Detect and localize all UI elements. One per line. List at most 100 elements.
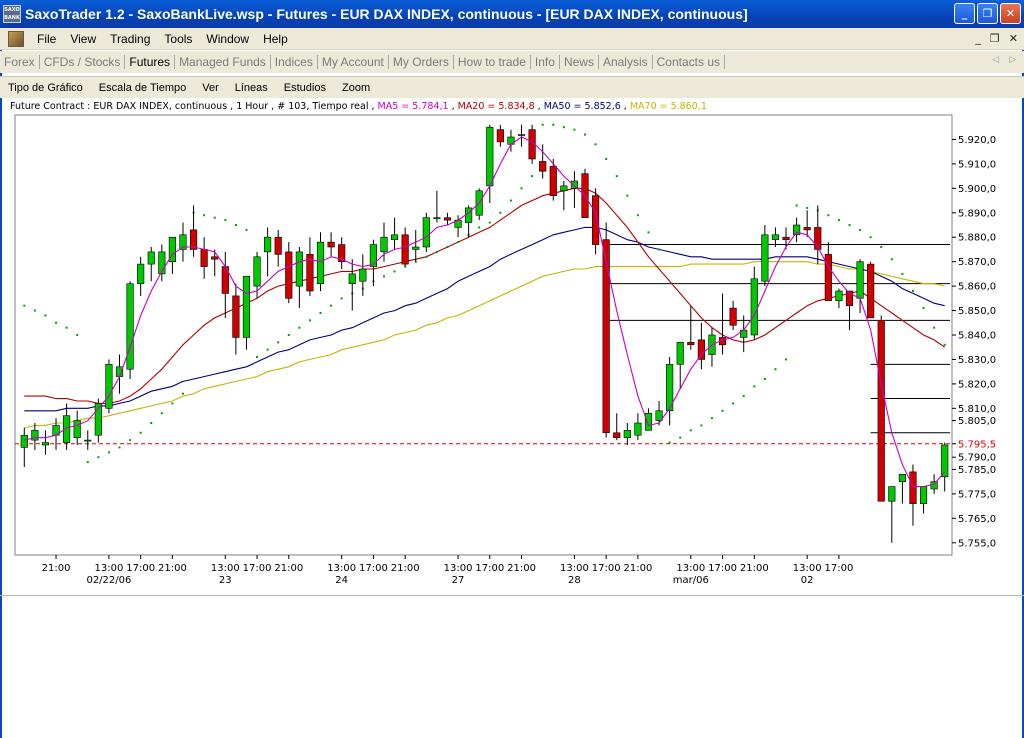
sar-dot [806, 206, 809, 209]
sar-dot [86, 461, 89, 464]
sar-dot [446, 246, 449, 248]
sar-dot [573, 128, 576, 131]
maximize-button[interactable]: ❐ [977, 3, 998, 24]
sar-dot [859, 228, 862, 231]
x-tick-label: 21:00 [42, 563, 71, 574]
candle-up [20, 434, 28, 448]
tab-contacts-us[interactable]: Contacts us [653, 55, 726, 69]
menu-view[interactable]: View [63, 32, 103, 46]
candle-down [443, 217, 452, 221]
scroll-left-icon[interactable]: ◁ [992, 55, 999, 65]
chart-menu-zoom[interactable]: Zoom [334, 82, 378, 94]
day-label: 28 [568, 575, 581, 586]
x-tick-label: 17:00 [475, 563, 504, 574]
sar-dot [181, 392, 184, 395]
sar-dot [382, 275, 385, 278]
x-tick-label: 17:00 [243, 563, 272, 574]
chart-menu-view[interactable]: Ver [194, 82, 227, 94]
candle-down [401, 234, 409, 265]
y-tick-label: 5.850,0 [958, 306, 996, 317]
menu-help[interactable]: Help [256, 32, 295, 46]
y-tick-label: 5.900,0 [958, 184, 996, 195]
candle-up [412, 246, 420, 250]
x-tick-label: 17:00 [825, 563, 854, 574]
sar-dot [890, 258, 893, 261]
candle-up [771, 234, 780, 240]
chart-menu-chart-type[interactable]: Tipo de Gráfico [0, 82, 91, 94]
candle-up [644, 412, 653, 431]
sar-dot [478, 226, 481, 229]
sar-dot [922, 307, 925, 310]
mdi-controls: _ ❐ ✕ [975, 32, 1018, 45]
candle-down [200, 249, 208, 267]
menu-window[interactable]: Window [199, 32, 256, 46]
candle-down [592, 195, 600, 245]
scroll-right-icon[interactable]: ▷ [1009, 55, 1016, 65]
chart-menu-lines[interactable]: Líneas [227, 82, 276, 94]
title-bar[interactable]: SAXO BANK SaxoTrader 1.2 - SaxoBankLive.… [0, 0, 1024, 28]
y-tick-label: 5.775,0 [958, 489, 996, 500]
tab-cfds-stocks[interactable]: CFDs / Stocks [40, 55, 126, 69]
sar-dot [160, 412, 163, 415]
sar-dot [901, 272, 904, 275]
sar-dot [848, 224, 851, 226]
sar-dot [562, 126, 565, 129]
sar-dot [139, 431, 142, 434]
sar-dot [689, 429, 692, 432]
sar-dot [330, 304, 333, 307]
sar-dot [287, 334, 290, 336]
sar-dot [118, 446, 121, 449]
mdi-minimize-button[interactable]: _ [975, 32, 981, 45]
tab-news[interactable]: News [560, 55, 599, 69]
menu-file[interactable]: File [30, 32, 63, 46]
candle-up [316, 241, 325, 284]
candle-up [126, 283, 134, 370]
menu-tools[interactable]: Tools [157, 32, 199, 46]
candle-up [433, 217, 441, 219]
tab-futures[interactable]: Futures [125, 55, 176, 69]
sar-dot [107, 451, 110, 454]
sar-dot [742, 395, 745, 398]
tab-how-to-trade[interactable]: How to trade [454, 55, 531, 69]
sar-dot [97, 456, 100, 459]
candle-down [539, 161, 547, 172]
tab-forex[interactable]: Forex [0, 55, 40, 69]
price-chart-svg[interactable]: 5.920,0 5.910,0 5.900,0 5.890,0 5.880,0 5.870… [0, 113, 1024, 593]
sar-dot [129, 439, 132, 442]
y-tick-label: 5.860,0 [958, 282, 996, 293]
x-tick-label: 17:00 [359, 563, 388, 574]
document-icon[interactable] [8, 30, 24, 47]
chart-menu-time-scale[interactable]: Escala de Tiempo [91, 82, 194, 94]
sar-dot [488, 221, 491, 224]
y-tick-label: 5.810,0 [958, 404, 996, 415]
sar-dot [234, 224, 237, 226]
close-button[interactable]: ✕ [1000, 3, 1021, 24]
candle-up [41, 442, 50, 446]
mdi-restore-button[interactable]: ❐ [990, 32, 1000, 45]
tab-indices[interactable]: Indices [271, 55, 318, 69]
x-tick-label: 21:00 [740, 563, 769, 574]
sar-dot [256, 356, 259, 358]
candle-down [697, 339, 705, 360]
y-tick-label: 5.820,0 [958, 379, 996, 390]
x-tick-label: 21:00 [274, 563, 303, 574]
chart-menu-studies[interactable]: Estudios [276, 82, 334, 94]
candle-down [285, 251, 293, 299]
sar-dot [584, 133, 587, 136]
menu-trading[interactable]: Trading [103, 32, 157, 46]
sar-dot [763, 378, 766, 380]
sar-dot [224, 219, 227, 222]
sar-dot [837, 219, 840, 222]
sar-dot [277, 341, 280, 344]
tab-info[interactable]: Info [531, 55, 560, 69]
tab-my-orders[interactable]: My Orders [389, 55, 454, 69]
price-chart[interactable]: 5.920,0 5.910,0 5.900,0 5.890,0 5.880,0 5.870… [0, 113, 1024, 593]
tab-managed-funds[interactable]: Managed Funds [175, 55, 271, 69]
tab-analysis[interactable]: Analysis [599, 55, 653, 69]
tab-my-account[interactable]: My Account [318, 55, 389, 69]
chart-info-bar: Future Contract : EUR DAX INDEX, continu… [10, 100, 707, 112]
candle-down [496, 129, 504, 143]
minimize-button[interactable]: _ [954, 3, 975, 24]
mdi-close-button[interactable]: ✕ [1009, 32, 1018, 45]
sar-dot [911, 290, 914, 292]
